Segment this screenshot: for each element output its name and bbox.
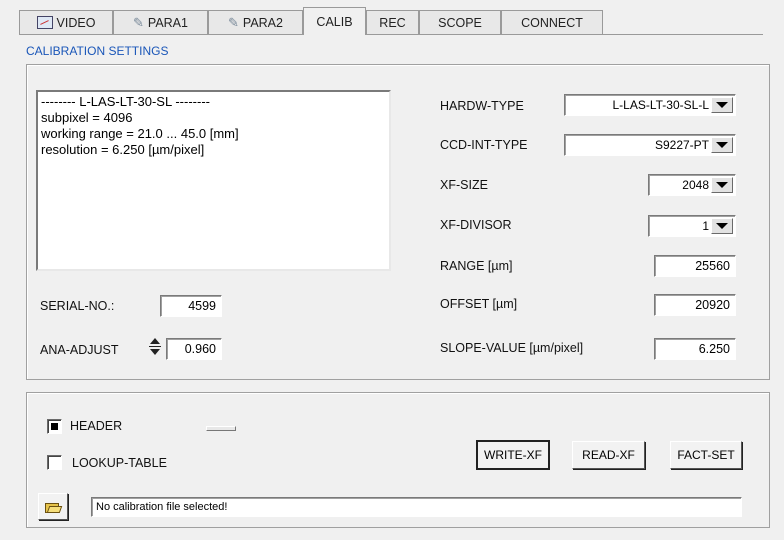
spin-down-icon[interactable] (150, 349, 160, 355)
folder-open-icon (45, 501, 63, 513)
tab-video[interactable]: VIDEO (19, 10, 113, 34)
slope-label: SLOPE-VALUE [µm/pixel] (440, 341, 584, 355)
check-mark (51, 423, 58, 430)
tab-video-label: VIDEO (56, 15, 96, 30)
hardw-type-value: L-LAS-LT-30-SL-L (612, 98, 710, 112)
info-line-subpixel: subpixel = 4096 (41, 110, 133, 125)
tab-connect[interactable]: CONNECT (501, 10, 603, 34)
xf-size-label: XF-SIZE (440, 178, 488, 192)
lookup-table-checkbox[interactable] (47, 455, 62, 470)
serial-label: SERIAL-NO.: (40, 299, 115, 313)
ana-adjust-spinner[interactable] (148, 336, 162, 358)
tab-connect-label: CONNECT (521, 15, 583, 30)
write-xf-button[interactable]: WRITE-XF (476, 440, 550, 470)
offset-label: OFFSET [µm] (440, 297, 518, 311)
xf-divisor-label: XF-DIVISOR (440, 218, 512, 232)
chevron-down-icon[interactable] (711, 218, 733, 234)
header-indicator (206, 426, 236, 431)
tab-scope[interactable]: SCOPE (419, 10, 501, 34)
xf-size-select[interactable]: 2048 (648, 174, 736, 196)
tab-para2[interactable]: ✎ PARA2 (208, 10, 303, 34)
tab-para1-label: PARA1 (147, 15, 188, 30)
slope-field[interactable]: 6.250 (654, 338, 736, 360)
ana-adjust-field[interactable]: 0.960 (166, 338, 222, 360)
header-label: HEADER (70, 419, 123, 433)
lookup-table-label: LOOKUP-TABLE (72, 456, 167, 470)
xf-size-value: 2048 (682, 178, 709, 192)
video-icon (36, 16, 53, 29)
hardw-type-label: HARDW-TYPE (440, 99, 524, 113)
ana-adjust-label: ANA-ADJUST (40, 343, 119, 357)
status-text: No calibration file selected! (96, 501, 228, 513)
settings-icon: ✎ (133, 14, 144, 30)
info-line-title: -------- L-LAS-LT-30-SL -------- (41, 94, 210, 109)
ccd-int-type-value: S9227-PT (654, 138, 709, 152)
hardw-type-select[interactable]: L-LAS-LT-30-SL-L (564, 94, 736, 116)
range-label: RANGE [µm] (440, 259, 513, 273)
fact-set-button[interactable]: FACT-SET (670, 441, 742, 469)
xf-divisor-select[interactable]: 1 (648, 215, 736, 237)
open-file-button[interactable] (38, 493, 68, 520)
tab-rec[interactable]: REC (366, 10, 419, 34)
ccd-int-type-select[interactable]: S9227-PT (564, 134, 736, 156)
chevron-down-icon[interactable] (711, 137, 733, 153)
tab-para2-label: PARA2 (242, 15, 283, 30)
chevron-down-icon[interactable] (711, 177, 733, 193)
tab-rec-label: REC (379, 15, 406, 30)
read-xf-button[interactable]: READ-XF (572, 441, 645, 469)
info-line-resolution: resolution = 6.250 [µm/pixel] (41, 142, 205, 157)
status-field: No calibration file selected! (91, 497, 742, 517)
section-title: CALIBRATION SETTINGS (26, 44, 169, 58)
tab-calib-label: CALIB (316, 14, 353, 29)
serial-field[interactable]: 4599 (160, 295, 222, 317)
ccd-int-type-label: CCD-INT-TYPE (440, 138, 528, 152)
tab-calib[interactable]: CALIB (303, 7, 366, 35)
settings-icon: ✎ (228, 14, 239, 30)
offset-field[interactable]: 20920 (654, 294, 736, 316)
info-line-working-range: working range = 21.0 ... 45.0 [mm] (41, 126, 239, 141)
tab-para1[interactable]: ✎ PARA1 (113, 10, 208, 34)
calibration-info-text: -------- L-LAS-LT-30-SL -------- subpixe… (36, 90, 391, 271)
header-checkbox[interactable] (47, 419, 62, 434)
chevron-down-icon[interactable] (711, 97, 733, 113)
range-field[interactable]: 25560 (654, 255, 736, 277)
tab-scope-label: SCOPE (438, 15, 482, 30)
spin-up-icon[interactable] (150, 338, 160, 344)
xf-divisor-value: 1 (702, 219, 709, 233)
